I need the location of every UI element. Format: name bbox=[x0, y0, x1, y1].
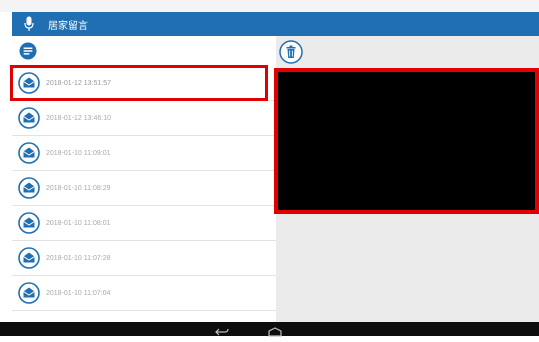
status-strip bbox=[0, 0, 539, 12]
list-item[interactable]: 2018-01-12 13:46:10 bbox=[12, 101, 276, 136]
envelope-icon bbox=[18, 177, 40, 199]
message-timestamp: 2018-01-10 11:08:29 bbox=[46, 184, 111, 192]
message-list-panel: 2018-01-12 13:51:57 2018-01-12 13:46:10 20… bbox=[12, 36, 276, 322]
list-item[interactable]: 2018-01-10 11:09:01 bbox=[12, 136, 276, 171]
list-item[interactable]: 2018-01-10 11:08:01 bbox=[12, 206, 276, 241]
chat-bubble-icon[interactable] bbox=[19, 42, 37, 60]
list-item[interactable]: 2018-01-10 11:07:04 bbox=[12, 276, 276, 311]
envelope-icon bbox=[18, 107, 40, 129]
envelope-icon bbox=[18, 282, 40, 304]
list-item[interactable]: 2018-01-12 13:51:57 bbox=[12, 66, 276, 101]
envelope-icon bbox=[18, 212, 40, 234]
message-list: 2018-01-12 13:51:57 2018-01-12 13:46:10 20… bbox=[12, 66, 276, 311]
envelope-icon bbox=[18, 142, 40, 164]
message-timestamp: 2018-01-10 11:08:01 bbox=[46, 219, 111, 227]
home-icon[interactable] bbox=[266, 324, 284, 337]
app-title: 居家留言 bbox=[48, 20, 88, 32]
envelope-icon bbox=[18, 247, 40, 269]
microphone-icon[interactable] bbox=[22, 15, 36, 33]
message-player-frame bbox=[274, 68, 539, 214]
message-timestamp: 2018-01-12 13:51:57 bbox=[46, 79, 111, 87]
list-item[interactable]: 2018-01-10 11:07:28 bbox=[12, 241, 276, 276]
list-item[interactable]: 2018-01-10 11:08:29 bbox=[12, 171, 276, 206]
back-icon[interactable] bbox=[214, 324, 230, 336]
message-timestamp: 2018-01-12 13:46:10 bbox=[46, 114, 111, 122]
message-timestamp: 2018-01-10 11:07:04 bbox=[46, 289, 111, 297]
message-timestamp: 2018-01-10 11:07:28 bbox=[46, 254, 111, 262]
trash-icon[interactable] bbox=[279, 40, 303, 64]
title-bar: 居家留言 bbox=[12, 12, 539, 36]
message-player[interactable] bbox=[278, 72, 535, 210]
message-timestamp: 2018-01-10 11:09:01 bbox=[46, 149, 111, 157]
envelope-icon bbox=[18, 72, 40, 94]
list-header bbox=[12, 36, 276, 66]
